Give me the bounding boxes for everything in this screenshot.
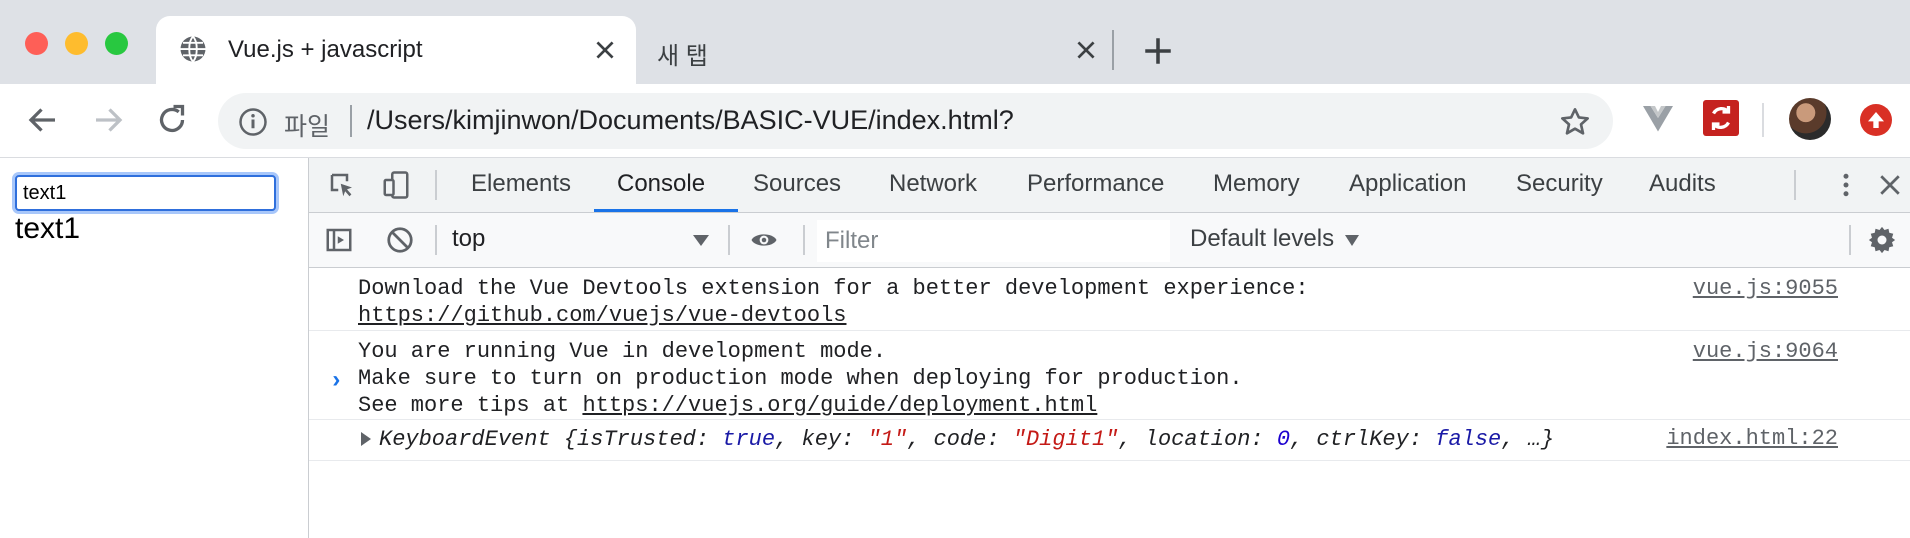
clear-console-icon[interactable]: [385, 225, 415, 255]
prop-key: isTrusted: [577, 427, 696, 452]
devtools-divider: [1794, 170, 1796, 200]
tab-sources[interactable]: Sources: [753, 170, 841, 198]
object-tail: , …}: [1501, 427, 1555, 452]
prop-value: 0: [1276, 427, 1291, 452]
tab-performance[interactable]: Performance: [1027, 170, 1164, 198]
console-message: KeyboardEvent {isTrusted: true, key: "1"…: [309, 420, 1910, 461]
sync-extension-icon[interactable]: [1703, 100, 1739, 136]
expand-triangle-icon[interactable]: [361, 432, 371, 446]
globe-icon: [180, 35, 206, 63]
tab-console[interactable]: Console: [617, 170, 705, 198]
tab-title: Vue.js + javascript: [228, 36, 423, 63]
message-text: Make sure to turn on production mode whe…: [358, 366, 1243, 391]
back-arrow-icon[interactable]: [25, 102, 61, 138]
tab-elements[interactable]: Elements: [471, 170, 571, 198]
tab-active[interactable]: Vue.js + javascript: [156, 16, 636, 84]
console-settings-gear-icon[interactable]: [1867, 225, 1897, 255]
console-message: You are running Vue in development mode.…: [309, 331, 1910, 420]
prop-value: false: [1435, 427, 1502, 452]
show-sidebar-icon[interactable]: [324, 225, 354, 255]
message-link[interactable]: https://github.com/vuejs/vue-devtools: [358, 303, 846, 328]
tab-memory[interactable]: Memory: [1213, 170, 1300, 198]
message-source-link[interactable]: index.html:22: [1666, 425, 1838, 452]
tab-security[interactable]: Security: [1516, 170, 1603, 198]
close-devtools-icon[interactable]: [1875, 170, 1905, 200]
info-icon[interactable]: [238, 107, 268, 137]
object-brace: {: [550, 427, 578, 452]
new-tab-plus-icon[interactable]: [1141, 34, 1175, 68]
forward-arrow-icon[interactable]: [90, 102, 126, 138]
vue-devtools-extension-icon[interactable]: [1640, 100, 1676, 136]
address-bar[interactable]: 파일 /Users/kimjinwon/Documents/BASIC-VUE/…: [218, 93, 1613, 149]
close-icon[interactable]: [1073, 37, 1099, 63]
prop-value: "1": [867, 427, 908, 452]
bookmark-star-icon[interactable]: [1559, 106, 1591, 138]
tab-title: 새 탭: [657, 43, 708, 70]
tab-audits[interactable]: Audits: [1649, 170, 1716, 198]
reload-icon[interactable]: [154, 102, 190, 138]
tab-strip: Vue.js + javascript 새 탭: [0, 0, 1910, 84]
window-minimize-button[interactable]: [65, 32, 88, 55]
console-toolbar: top Default levels: [309, 213, 1910, 268]
devtools-divider: [728, 225, 730, 255]
console-prompt[interactable]: ›: [329, 368, 343, 395]
device-toolbar-icon[interactable]: [381, 170, 411, 200]
devtools-panel: Elements Console Sources Network Perform…: [309, 158, 1910, 538]
url-text[interactable]: /Users/kimjinwon/Documents/BASIC-VUE/ind…: [367, 105, 1014, 136]
tab-divider: [1112, 30, 1114, 70]
close-icon[interactable]: [592, 37, 618, 63]
window-maximize-button[interactable]: [105, 32, 128, 55]
browser-toolbar: 파일 /Users/kimjinwon/Documents/BASIC-VUE/…: [0, 84, 1910, 158]
devtools-divider: [435, 225, 437, 255]
active-tab-indicator: [594, 209, 738, 212]
tab-network[interactable]: Network: [889, 170, 977, 198]
toolbar-divider: [1762, 103, 1764, 137]
live-expression-eye-icon[interactable]: [749, 225, 779, 255]
devtools-divider: [1849, 225, 1851, 255]
context-selector[interactable]: top: [452, 225, 485, 253]
prop-value: true: [722, 427, 776, 452]
prop-key: location: [1144, 427, 1251, 452]
address-divider: [350, 105, 352, 137]
message-link[interactable]: https://vuejs.org/guide/deployment.html: [582, 393, 1097, 418]
prop-value: "Digit1": [1012, 427, 1119, 452]
devtools-tabbar: Elements Console Sources Network Perform…: [309, 158, 1910, 213]
prop-key: ctrlKey: [1316, 427, 1409, 452]
update-icon[interactable]: [1860, 104, 1892, 136]
message-source-link[interactable]: vue.js:9055: [1693, 275, 1838, 302]
page-viewport: text1: [0, 158, 309, 538]
prop-key: code: [933, 427, 987, 452]
more-options-icon[interactable]: [1831, 170, 1861, 200]
message-text: You are running Vue in development mode.: [358, 339, 887, 364]
devtools-divider: [803, 225, 805, 255]
text-input[interactable]: [15, 175, 276, 211]
tab-application[interactable]: Application: [1349, 170, 1466, 198]
inspect-element-icon[interactable]: [327, 170, 357, 200]
message-source-link[interactable]: vue.js:9064: [1693, 338, 1838, 365]
console-message: Download the Vue Devtools extension for …: [309, 268, 1910, 331]
message-text: Download the Vue Devtools extension for …: [358, 276, 1309, 301]
console-messages: Download the Vue Devtools extension for …: [309, 268, 1910, 461]
scheme-label: 파일: [284, 113, 331, 141]
log-levels-dropdown[interactable]: Default levels: [1190, 225, 1334, 253]
prop-key: key: [801, 427, 842, 452]
context-dropdown-arrow-icon[interactable]: [693, 235, 709, 246]
message-text: See more tips at: [358, 393, 583, 418]
object-type: KeyboardEvent: [379, 427, 551, 452]
levels-dropdown-arrow-icon[interactable]: [1345, 235, 1359, 246]
devtools-divider: [435, 170, 437, 200]
tab-inactive[interactable]: 새 탭: [637, 16, 1117, 84]
bound-output-text: text1: [15, 212, 81, 245]
profile-avatar[interactable]: [1789, 98, 1831, 140]
console-filter-input[interactable]: [817, 220, 1170, 262]
window-close-button[interactable]: [25, 32, 48, 55]
